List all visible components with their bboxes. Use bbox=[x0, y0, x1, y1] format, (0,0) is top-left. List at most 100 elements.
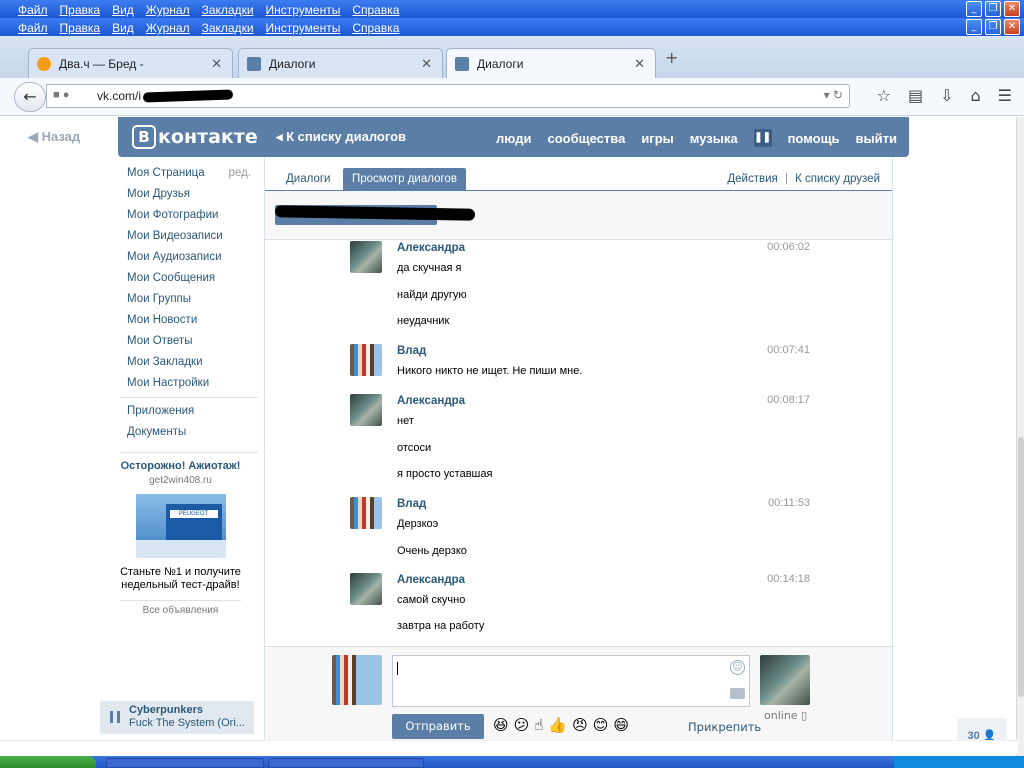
menu-edit[interactable]: Правка bbox=[60, 3, 101, 17]
camera-icon[interactable] bbox=[730, 688, 745, 699]
pause-icon[interactable]: ❚❚ bbox=[753, 129, 772, 147]
edit-link[interactable]: ред. bbox=[229, 166, 251, 180]
emoji-blush-icon[interactable]: 😊 bbox=[593, 716, 609, 734]
back-link[interactable]: ◀ Назад bbox=[28, 129, 80, 145]
menu-history[interactable]: Журнал bbox=[146, 3, 190, 17]
emoji-point-up-icon[interactable]: ☝ bbox=[534, 716, 543, 734]
reading-list-icon[interactable]: ▤ bbox=[908, 86, 923, 105]
sidebar-item-audio[interactable]: Мои Аудиозаписи bbox=[127, 250, 257, 271]
taskbar-button[interactable] bbox=[106, 758, 264, 768]
vk-favicon-icon bbox=[455, 57, 469, 71]
ad-block[interactable]: Осторожно! Ажиотаж! get2win408.ru PEUGEO… bbox=[120, 460, 241, 616]
sidebar-item-apps[interactable]: Приложения bbox=[127, 404, 257, 425]
avatar[interactable] bbox=[350, 344, 382, 376]
emoji-thumbs-up-icon[interactable]: 👍 bbox=[548, 716, 567, 734]
browser-tab-dvach[interactable]: Два.ч — Бред - ✕ bbox=[28, 48, 233, 78]
menu-icon[interactable]: ☰ bbox=[998, 86, 1012, 105]
minimize-button[interactable]: _ bbox=[966, 19, 982, 35]
menu-view[interactable]: Вид bbox=[112, 21, 134, 35]
sidebar-item-friends[interactable]: Мои Друзья bbox=[127, 187, 257, 208]
browser-tab-dialogs-1[interactable]: Диалоги ✕ bbox=[238, 48, 443, 78]
scrollbar-thumb[interactable] bbox=[1018, 437, 1024, 697]
tab-close-icon[interactable]: ✕ bbox=[211, 56, 222, 72]
sender-name[interactable]: Влад bbox=[397, 498, 426, 510]
menu-history[interactable]: Журнал bbox=[146, 21, 190, 35]
close-button[interactable]: ✕ bbox=[1004, 19, 1020, 35]
tab-close-icon[interactable]: ✕ bbox=[634, 56, 645, 72]
sender-name[interactable]: Александра bbox=[397, 395, 465, 407]
sidebar-item-answers[interactable]: Мои Ответы bbox=[127, 334, 257, 355]
menu-bookmarks[interactable]: Закладки bbox=[202, 21, 254, 35]
nav-help[interactable]: помощь bbox=[788, 131, 840, 146]
horizontal-scrollbar[interactable] bbox=[0, 740, 1018, 754]
nav-people[interactable]: люди bbox=[496, 131, 531, 146]
vk-logo[interactable]: В контакте bbox=[132, 125, 258, 149]
all-ads-link[interactable]: Все объявления bbox=[120, 605, 241, 616]
close-button[interactable]: ✕ bbox=[1004, 1, 1020, 17]
back-arrow-icon[interactable]: ← bbox=[14, 82, 46, 112]
menu-tools[interactable]: Инструменты bbox=[266, 21, 341, 35]
actions-link[interactable]: Действия bbox=[727, 173, 777, 185]
audio-player[interactable]: Cyberpunkers Fuck The System (Ori... bbox=[100, 701, 254, 734]
message-input[interactable]: ☺ bbox=[392, 655, 750, 707]
sender-name[interactable]: Влад bbox=[397, 345, 426, 357]
peer-avatar[interactable] bbox=[760, 655, 810, 705]
menu-file[interactable]: Файл bbox=[18, 3, 48, 17]
attach-link[interactable]: Прикрепить bbox=[688, 720, 761, 734]
sidebar-item-photos[interactable]: Мои Фотографии bbox=[127, 208, 257, 229]
ad-image[interactable]: PEUGEOT bbox=[135, 494, 226, 558]
vertical-scrollbar[interactable] bbox=[1016, 117, 1024, 757]
restore-button[interactable]: ❐ bbox=[985, 1, 1001, 17]
sidebar-item-messages[interactable]: Мои Сообщения bbox=[127, 271, 257, 292]
menu-bookmarks[interactable]: Закладки bbox=[202, 3, 254, 17]
sidebar-item-documents[interactable]: Документы bbox=[127, 425, 257, 446]
menu-tools[interactable]: Инструменты bbox=[266, 3, 341, 17]
browser-tab-dialogs-2[interactable]: Диалоги ✕ bbox=[446, 48, 656, 79]
friends-list-link[interactable]: К списку друзей bbox=[795, 173, 880, 185]
avatar[interactable] bbox=[350, 394, 382, 426]
tab-dialogs[interactable]: Диалоги bbox=[277, 168, 339, 191]
tab-view-dialogs[interactable]: Просмотр диалогов bbox=[343, 168, 466, 191]
minimize-button[interactable]: _ bbox=[966, 1, 982, 17]
sidebar-item-bookmarks[interactable]: Мои Закладки bbox=[127, 355, 257, 376]
nav-communities[interactable]: сообщества bbox=[547, 131, 625, 146]
download-icon[interactable]: ⇩ bbox=[940, 86, 953, 105]
emoji-confused-icon[interactable]: 😕 bbox=[514, 716, 530, 734]
address-bar[interactable]: ■ ● vk.com/i ▾ ↻ bbox=[46, 84, 850, 108]
avatar[interactable] bbox=[350, 497, 382, 529]
taskbar-button[interactable] bbox=[268, 758, 424, 768]
sender-name[interactable]: Александра bbox=[397, 574, 465, 586]
menu-file[interactable]: Файл bbox=[18, 21, 48, 35]
sidebar-item-news[interactable]: Мои Новости bbox=[127, 313, 257, 334]
avatar[interactable] bbox=[350, 573, 382, 605]
emoji-angry-icon[interactable]: 😠 bbox=[572, 716, 588, 734]
sidebar-item-videos[interactable]: Мои Видеозаписи bbox=[127, 229, 257, 250]
sender-name[interactable]: Александра bbox=[397, 242, 465, 254]
menu-help[interactable]: Справка bbox=[352, 21, 399, 35]
avatar[interactable] bbox=[350, 241, 382, 273]
send-button[interactable]: Отправить bbox=[392, 714, 484, 739]
bookmark-star-icon[interactable]: ☆ bbox=[877, 86, 891, 105]
tab-close-icon[interactable]: ✕ bbox=[421, 56, 432, 72]
sidebar-item-settings[interactable]: Мои Настройки bbox=[127, 376, 257, 397]
menu-view[interactable]: Вид bbox=[112, 3, 134, 17]
menu-edit[interactable]: Правка bbox=[60, 21, 101, 35]
smile-icon[interactable]: ☺ bbox=[730, 660, 745, 675]
nav-logout[interactable]: выйти bbox=[856, 131, 897, 146]
nav-games[interactable]: игры bbox=[641, 131, 673, 146]
home-icon[interactable]: ⌂ bbox=[971, 86, 981, 105]
pause-icon[interactable] bbox=[110, 711, 120, 723]
sidebar-item-groups[interactable]: Мои Группы bbox=[127, 292, 257, 313]
sidebar-item-my-page[interactable]: Моя Страница ред. bbox=[127, 166, 257, 187]
reload-icon[interactable]: ▾ ↻ bbox=[824, 88, 843, 102]
emoji-smile-icon[interactable]: 😄 bbox=[613, 716, 629, 734]
nav-music[interactable]: музыка bbox=[690, 131, 738, 146]
restore-button[interactable]: ❐ bbox=[985, 19, 1001, 35]
start-button[interactable] bbox=[0, 756, 96, 768]
emoji-laugh-icon[interactable]: 😆 bbox=[493, 716, 509, 734]
new-tab-button[interactable]: + bbox=[665, 48, 678, 67]
menu-help[interactable]: Справка bbox=[352, 3, 399, 17]
my-avatar[interactable] bbox=[332, 655, 382, 705]
ad-title[interactable]: Осторожно! Ажиотаж! bbox=[120, 460, 241, 473]
back-to-dialogs-link[interactable]: ◂ К списку диалогов bbox=[276, 129, 406, 145]
